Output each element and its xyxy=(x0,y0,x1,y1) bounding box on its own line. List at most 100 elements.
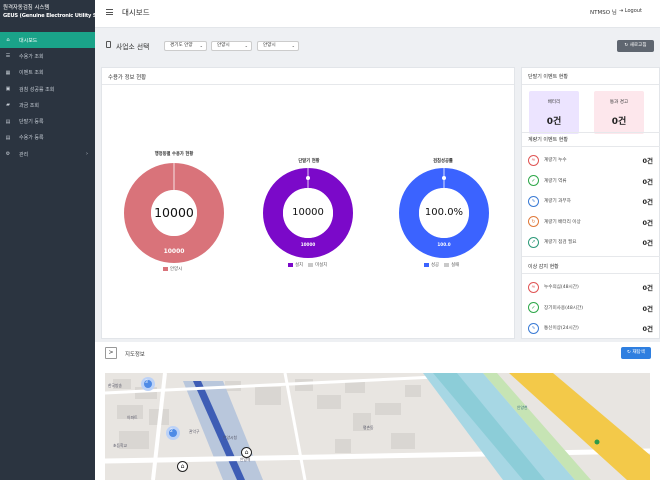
legend-label: 안양시 xyxy=(170,267,183,272)
brand-subtitle: GEUS (Genuine Electronic Utility Solutio… xyxy=(3,13,95,19)
map-block xyxy=(255,387,281,405)
map-block xyxy=(335,439,351,453)
event-count: 0건 xyxy=(642,157,653,165)
event-row[interactable]: ➚ 계량기 점검 필요 0건 xyxy=(528,235,653,249)
file-icon: ▤ xyxy=(5,134,11,141)
refresh-button[interactable]: ↻ 새로고침 xyxy=(617,40,654,52)
legend-label: 설치 xyxy=(295,263,304,268)
rescan-button[interactable]: ↻ 재탐색 xyxy=(621,347,651,359)
city-select-value: 안양시 xyxy=(217,43,230,48)
legend-swatch xyxy=(163,267,168,271)
event-count: 0건 xyxy=(642,177,653,186)
divider xyxy=(522,256,660,257)
map-panel: > 지도정보 ↻ 재탐색 3 2 한국방송 아파트 초등학교 관악구 안양시청 … xyxy=(95,342,660,480)
building-icon xyxy=(106,41,111,48)
legend-label: 성공 xyxy=(431,263,440,268)
battery-summary-label: 배터리 xyxy=(547,100,561,105)
sidebar-item-5[interactable]: ▤ 단말기 등록 xyxy=(0,113,95,129)
terminal-panel-title: 단말기 이벤트 현황 xyxy=(528,74,568,80)
settings-icon: ⚙ xyxy=(5,151,11,158)
event-label: 계량기 누수 xyxy=(544,158,567,163)
comm-warning-label: 통과 경고 xyxy=(609,100,629,105)
list-icon: ☰ xyxy=(5,53,11,60)
overload-icon: ∿ xyxy=(528,195,539,207)
map-label: 초등학교 xyxy=(113,443,127,448)
anomaly-title: 이상 감지 현황 xyxy=(528,264,559,270)
leak-icon: ≈ xyxy=(528,154,539,166)
sidebar-item-6[interactable]: ▤ 수용가 등록 xyxy=(0,130,95,146)
legend-region: 안양시 xyxy=(163,266,182,272)
menu-toggle-icon[interactable] xyxy=(106,9,113,15)
map-label: 관악구 xyxy=(189,429,200,434)
cluster-count[interactable]: 3 xyxy=(145,380,148,385)
cluster-count[interactable]: 2 xyxy=(170,429,173,434)
event-row[interactable]: ✓ 장기미사용(48시간) 0건 xyxy=(528,301,653,315)
event-label: 누수의심(48시간) xyxy=(544,285,579,290)
event-row[interactable]: ≈ 계량기 누수 0건 xyxy=(528,153,653,167)
sidebar-item-0[interactable]: ⌂ 대시보드 xyxy=(0,32,95,49)
sidebar: 원격자동검침 시스템 GEUS (Genuine Electronic Util… xyxy=(0,0,95,480)
brand: 원격자동검침 시스템 GEUS (Genuine Electronic Util… xyxy=(0,0,95,32)
sidebar-item-3[interactable]: ▣ 검침 성공률 조회 xyxy=(0,81,95,97)
event-count: 0건 xyxy=(642,239,653,247)
donut-center-success: 100.0% xyxy=(424,207,464,218)
map-toggle-button[interactable]: > xyxy=(105,347,117,359)
event-label: 통신이상(24시간) xyxy=(544,326,579,331)
divider xyxy=(522,146,660,147)
legend-label: 실패 xyxy=(451,263,460,268)
legend-label: 미설치 xyxy=(315,263,328,268)
event-count: 0건 xyxy=(642,304,653,313)
event-row[interactable]: ∿ 계량기 과부하 0건 xyxy=(528,194,653,208)
divider xyxy=(522,273,660,274)
map-block xyxy=(391,433,415,449)
donut-inner-label-success: 100.0 xyxy=(437,242,451,247)
comm-warning-value: 0건 xyxy=(611,117,627,127)
province-select[interactable]: 경기도 안양 ⌄ xyxy=(164,41,207,51)
sidebar-item-4[interactable]: ▰ 과금 조회 xyxy=(0,97,95,113)
grid-icon: ▦ xyxy=(5,69,11,76)
battery-summary[interactable]: 배터리 0건 xyxy=(529,91,579,134)
legend-success: 성공 실패 xyxy=(424,262,459,268)
donut-dot-success xyxy=(442,176,446,180)
sidebar-item-2[interactable]: ▦ 이벤트 조회 xyxy=(0,65,95,81)
event-row[interactable]: ≈ 누수의심(48시간) 0건 xyxy=(528,280,653,294)
sidebar-item-label: 단말기 등록 xyxy=(19,119,44,126)
comm-warning-summary[interactable]: 통과 경고 0건 xyxy=(594,91,644,134)
sidebar-item-1[interactable]: ☰ 수용가 조회 xyxy=(0,48,95,64)
map-block xyxy=(405,385,421,397)
map-view[interactable]: 3 2 한국방송 아파트 초등학교 관악구 안양시청 평촌동 안양역 안양천 ⌂… xyxy=(105,373,650,480)
filter-bar: 사업소 선택 경기도 안양 ⌄ 안양시 ⌄ 안양시 ⌄ ↻ 새로고침 xyxy=(95,28,660,62)
event-count: 0건 xyxy=(642,218,653,227)
rescan-label: 재탐색 xyxy=(632,350,645,355)
home-marker-icon[interactable]: ⌂ xyxy=(177,461,188,472)
office-select[interactable]: 안양시 ⌄ xyxy=(257,41,299,51)
sidebar-item-label: 이벤트 조회 xyxy=(19,70,44,77)
signal-icon: ∿ xyxy=(528,322,539,334)
legend-swatch xyxy=(308,263,314,267)
event-row[interactable]: ↻ 계량기 배터리 이상 0건 xyxy=(528,215,653,229)
calendar-icon: ▣ xyxy=(5,86,11,93)
sidebar-item-label: 수용가 등록 xyxy=(19,135,44,142)
sidebar-item-7[interactable]: ⚙ 관리 › xyxy=(0,146,95,162)
event-row[interactable]: ∿ 통신이상(24시간) 0건 xyxy=(528,321,653,335)
battery-warning-icon: ↻ xyxy=(528,216,539,227)
map-label: 안양천 xyxy=(517,405,528,410)
city-select[interactable]: 안양시 ⌄ xyxy=(211,41,252,51)
sidebar-item-label: 대시보드 xyxy=(19,37,38,44)
chevron-down-icon: ⌄ xyxy=(291,43,295,48)
consumer-info-panel: 수용가 정보 현황 행정동별 수용가 현황 단말기 현황 검침성공률 10000… xyxy=(101,67,515,339)
event-row[interactable]: ✓ 계량기 역류 0건 xyxy=(528,174,653,188)
donut-inner-label-region: 10000 xyxy=(163,248,185,255)
home-marker-icon[interactable]: ⌂ xyxy=(241,447,252,458)
sidebar-item-label: 검침 성공률 조회 xyxy=(19,86,55,93)
battery-summary-value: 0건 xyxy=(546,117,562,127)
sidebar-item-label: 수용가 조회 xyxy=(19,53,44,60)
donut-center-region: 10000 xyxy=(154,205,194,220)
file-icon: ▤ xyxy=(5,118,11,125)
logout-label: Logout xyxy=(624,8,642,14)
map-block xyxy=(317,395,341,409)
logout-link[interactable]: ⇥ Logout xyxy=(619,8,642,14)
event-label: 장기미사용(48시간) xyxy=(544,305,584,311)
brand-title: 원격자동검침 시스템 xyxy=(3,5,50,11)
meter-events-title: 계량기 이벤트 현황 xyxy=(528,137,568,143)
